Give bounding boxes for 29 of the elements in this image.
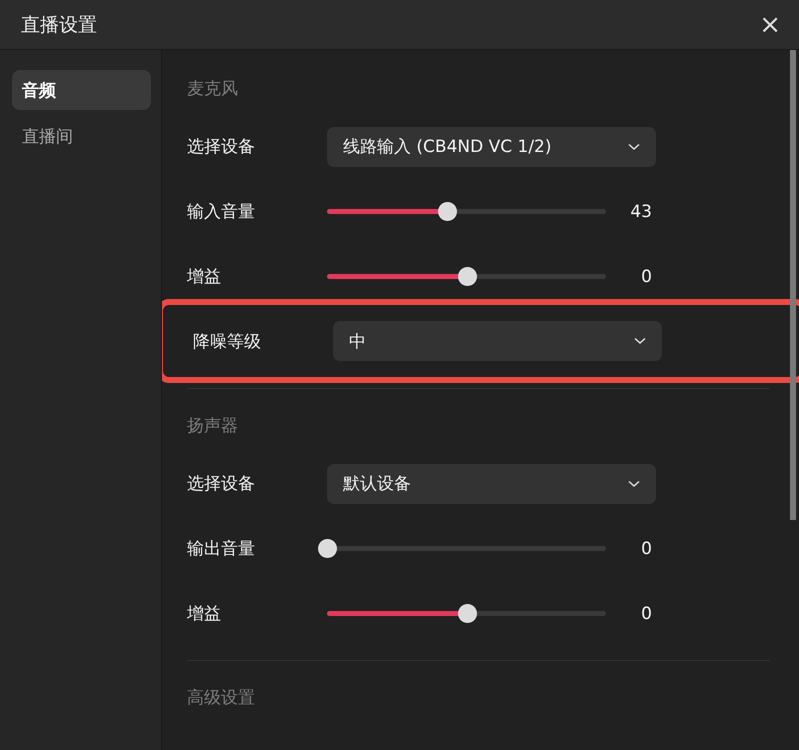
setting-label: 增益 (187, 603, 222, 625)
section-heading: 扬声器 (187, 415, 239, 438)
setting-label: 输出音量 (187, 538, 256, 560)
slider-thumb[interactable] (438, 202, 457, 221)
slider-thumb[interactable] (458, 267, 476, 286)
slider-value: 0 (640, 266, 652, 286)
dropdown[interactable]: 线路输入 (CB4ND VC 1/2) (327, 126, 656, 166)
slider-value: 0 (640, 604, 652, 624)
slider-value: 43 (629, 202, 652, 222)
chevron-down-icon (628, 480, 640, 488)
slider-value: 0 (640, 538, 652, 558)
setting-label: 选择设备 (187, 136, 256, 158)
sidebar-item[interactable]: 直播间 (12, 116, 151, 156)
section-heading: 麦克风 (187, 78, 239, 101)
section-heading: 高级设置 (187, 687, 256, 710)
setting-label: 选择设备 (187, 473, 256, 495)
setting-label: 增益 (187, 266, 222, 288)
chevron-down-icon (628, 142, 640, 150)
scrollbar[interactable] (790, 50, 796, 520)
slider-thumb[interactable] (318, 539, 337, 558)
window-title: 直播设置 (21, 12, 97, 38)
dropdown[interactable]: 中 (333, 321, 662, 361)
dropdown[interactable]: 默认设备 (327, 464, 656, 504)
setting-label: 降噪等级 (193, 330, 262, 352)
slider-thumb[interactable] (458, 604, 476, 623)
chevron-down-icon (634, 337, 646, 345)
setting-label: 输入音量 (187, 201, 256, 223)
sidebar-item[interactable]: 音频 (12, 70, 151, 110)
close-button[interactable]: × (753, 12, 787, 38)
